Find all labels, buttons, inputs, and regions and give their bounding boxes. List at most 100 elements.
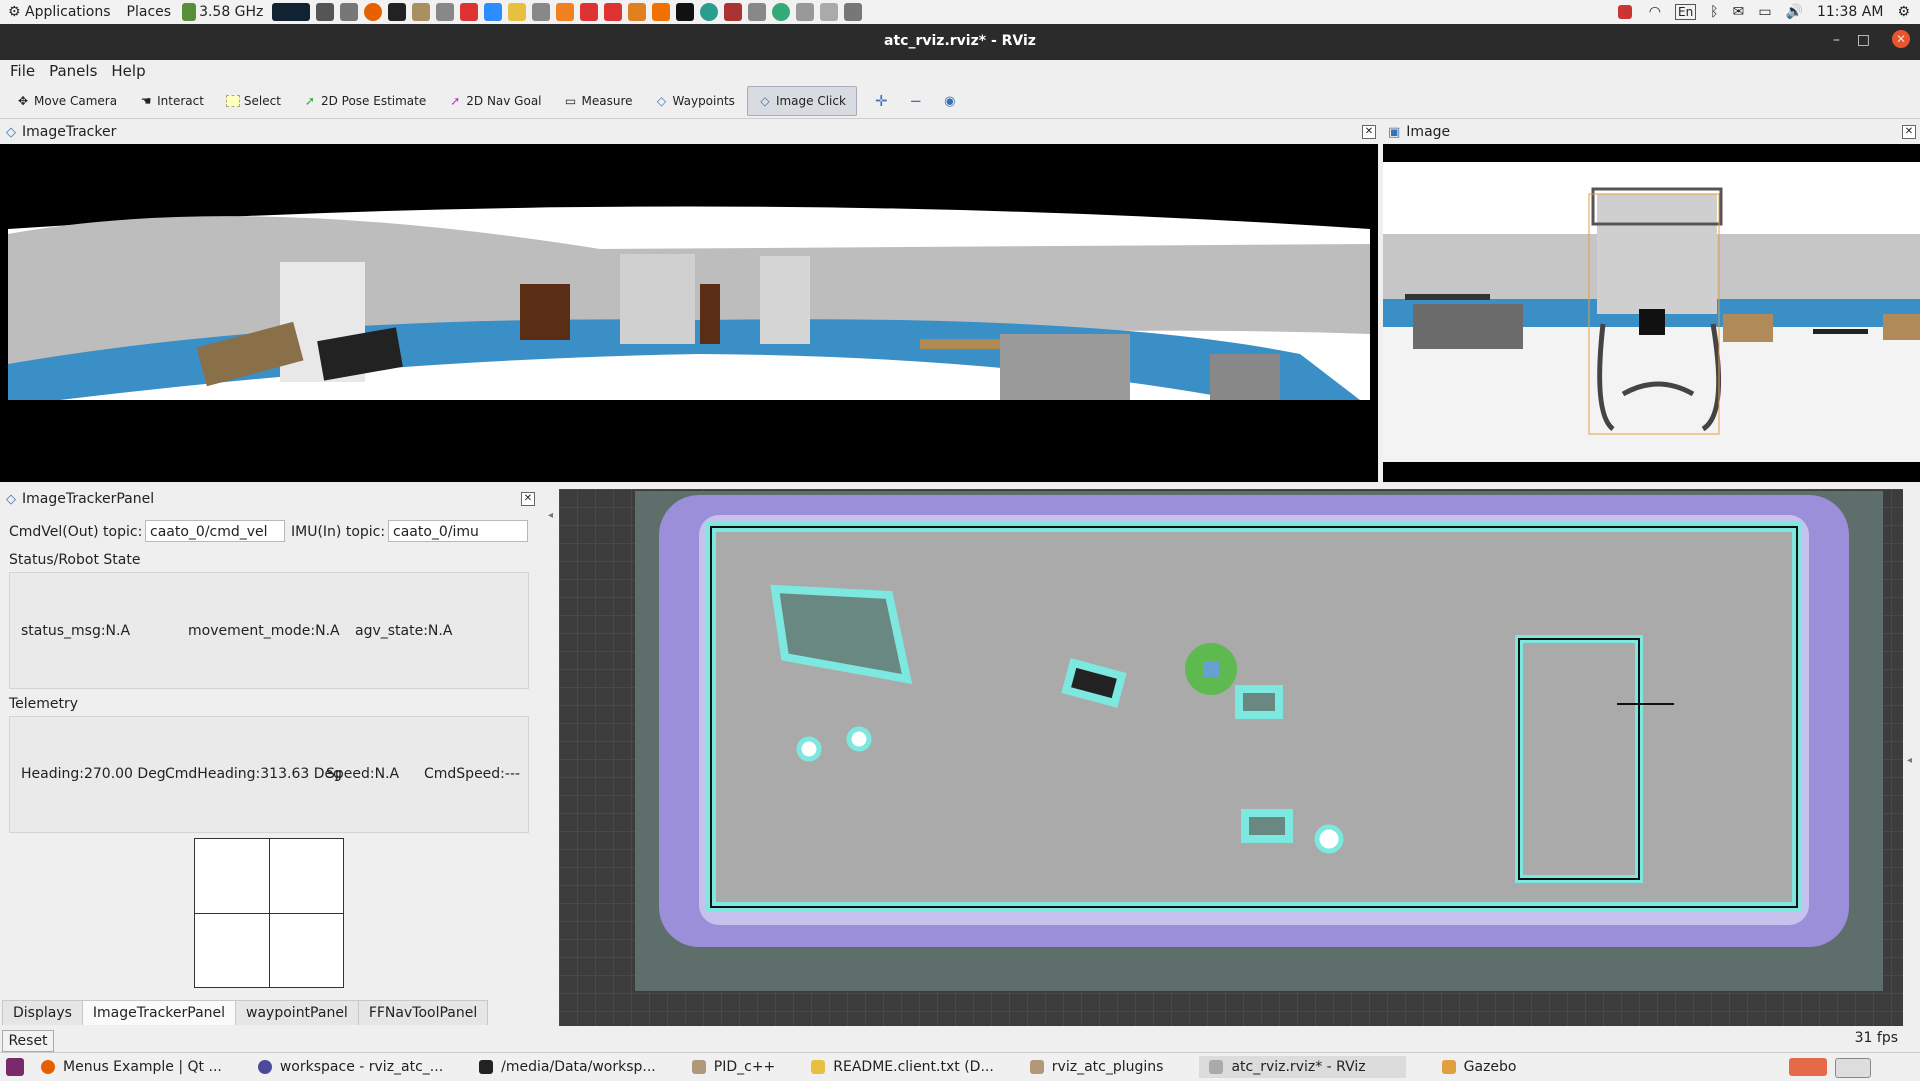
occupancy-map [559, 489, 1903, 1026]
brush-icon[interactable] [844, 3, 863, 21]
places-menu[interactable]: Places [127, 4, 172, 20]
close-icon[interactable]: ✕ [1892, 30, 1910, 48]
task-terminal[interactable]: /media/Data/worksp... [479, 1059, 656, 1075]
volume-icon[interactable]: 🔊 [1786, 4, 1803, 20]
terminal-icon[interactable] [388, 3, 407, 21]
menu-help[interactable]: Help [111, 62, 145, 80]
orange-app-icon[interactable] [556, 3, 575, 21]
tab-ffnav-tool-panel[interactable]: FFNavToolPanel [357, 1000, 489, 1025]
telemetry-title: Telemetry [9, 696, 79, 712]
bottom-tab-bar: Displays ImageTrackerPanel waypointPanel… [2, 1000, 489, 1025]
task-gazebo[interactable]: Gazebo [1441, 1059, 1516, 1075]
task-workspace[interactable]: workspace - rviz_atc_... [257, 1059, 444, 1075]
task-rviz[interactable]: atc_rviz.rviz* - RViz [1199, 1056, 1406, 1078]
apple-icon[interactable] [796, 3, 815, 21]
reset-button[interactable]: Reset [2, 1030, 54, 1052]
robot2-icon[interactable] [532, 3, 551, 21]
tab-waypoint-panel[interactable]: waypointPanel [235, 1000, 359, 1025]
task-label: workspace - rviz_atc_... [279, 1059, 444, 1075]
vlc-icon[interactable] [652, 3, 671, 21]
task-menus-example[interactable]: Menus Example | Qt ... [41, 1059, 222, 1075]
firefox-icon[interactable] [364, 3, 383, 21]
cmd-speed-value: CmdSpeed:--- [424, 766, 521, 782]
applications-menu[interactable]: ⚙ Applications [8, 4, 111, 20]
folder2-task-icon [1029, 1060, 1044, 1074]
globe-icon[interactable] [772, 3, 791, 21]
pencil-icon[interactable] [508, 3, 527, 21]
tab-displays[interactable]: Displays [2, 1000, 83, 1025]
language-indicator[interactable]: En [1674, 4, 1697, 20]
calculator-icon[interactable] [316, 3, 335, 21]
task-readme[interactable]: README.client.txt (D... [811, 1059, 994, 1075]
map-3d-view[interactable] [559, 489, 1903, 1026]
recorder-icon[interactable] [724, 3, 743, 21]
move-camera-icon: ✥ [17, 94, 29, 108]
wifi-icon[interactable]: ◠ [1649, 4, 1661, 20]
tab-image-tracker-panel[interactable]: ImageTrackerPanel [81, 1000, 237, 1025]
menu-panels[interactable]: Panels [49, 62, 97, 80]
splitter-right-arrow[interactable]: ◂ [1907, 755, 1912, 766]
measure-label: Measure [581, 94, 633, 108]
zoom-icon[interactable] [484, 3, 503, 21]
power-icon[interactable]: ⚙ [1897, 4, 1910, 20]
tool-properties-button[interactable]: ◉ [934, 87, 965, 115]
inkscape-icon[interactable] [676, 3, 695, 21]
clock[interactable]: 11:38 AM [1817, 4, 1883, 20]
image-click-button[interactable]: ◇ Image Click [746, 86, 857, 116]
clock-app-icon[interactable] [700, 3, 719, 21]
git3-icon[interactable] [604, 3, 623, 21]
splitter-left-arrow[interactable]: ◂ [548, 510, 553, 521]
git-icon[interactable] [460, 3, 479, 21]
task-label: README.client.txt (D... [833, 1059, 994, 1075]
add-tool-button[interactable]: ✛ [865, 87, 898, 115]
pose-estimate-button[interactable]: ➚ 2D Pose Estimate [293, 87, 436, 115]
menu-bar: File Panels Help [0, 60, 1920, 82]
measure-button[interactable]: ▭ Measure [554, 87, 643, 115]
waypoint-diamond-icon: ◇ [656, 94, 667, 108]
tools-icon[interactable] [340, 3, 359, 21]
image-tracker-header: ◇ ImageTracker ✕ [0, 121, 1380, 143]
image-tracker-view[interactable] [0, 144, 1378, 482]
close-tracker-panel-icon[interactable]: ✕ [521, 492, 535, 506]
close-image-tracker-icon[interactable]: ✕ [1362, 125, 1376, 139]
remove-tool-button[interactable]: − [900, 87, 933, 115]
robot3-icon[interactable] [748, 3, 767, 21]
eye-icon: ◉ [944, 93, 956, 109]
nav-goal-button[interactable]: ➚ 2D Nav Goal [438, 87, 551, 115]
move-camera-button[interactable]: ✥ Move Camera [6, 87, 127, 115]
pose-estimate-label: 2D Pose Estimate [320, 94, 427, 108]
record-tray-icon[interactable] [1617, 5, 1632, 19]
robot-icon[interactable] [436, 3, 455, 21]
task-rviz-plugins[interactable]: rviz_atc_plugins [1029, 1059, 1163, 1075]
imu-input[interactable]: caato_0/imu [388, 520, 528, 542]
move-camera-label: Move Camera [34, 94, 118, 108]
editor-task-icon [811, 1060, 826, 1074]
waypoints-button[interactable]: ◇ Waypoints [645, 87, 745, 115]
cmd-heading-value: CmdHeading:313.63 Deg [165, 766, 342, 782]
task-pid[interactable]: PID_c++ [691, 1059, 776, 1075]
mail-icon[interactable]: ✉ [1733, 4, 1745, 20]
workspace-rviz-thumb-icon[interactable] [1789, 1058, 1827, 1076]
minimize-icon[interactable]: – [1833, 32, 1840, 48]
eclipse-task-icon [257, 1060, 272, 1074]
files-icon[interactable] [412, 3, 431, 21]
interact-button[interactable]: ☚ Interact [129, 87, 214, 115]
maximize-icon[interactable]: □ [1857, 32, 1870, 48]
blender-icon[interactable] [628, 3, 647, 21]
bluetooth-icon[interactable]: ᛒ [1710, 4, 1718, 20]
select-button[interactable]: Select [216, 87, 291, 115]
close-image-panel-icon[interactable]: ✕ [1902, 125, 1916, 139]
git2-icon[interactable] [580, 3, 599, 21]
show-desktop-icon[interactable] [6, 1058, 24, 1076]
gazebo-task-icon [1441, 1060, 1456, 1074]
joystick-pad[interactable] [194, 838, 344, 988]
battery-icon[interactable]: ▭ [1758, 4, 1771, 20]
workspace-2-thumb-icon[interactable] [1835, 1058, 1871, 1078]
status-title: Status/Robot State [9, 552, 141, 568]
image-view[interactable] [1383, 144, 1920, 482]
cmdvel-input[interactable]: caato_0/cmd_vel [145, 520, 285, 542]
task-label: PID_c++ [713, 1059, 776, 1075]
menu-file[interactable]: File [10, 62, 35, 80]
camera-icon[interactable] [820, 3, 839, 21]
panoramic-camera-image [0, 144, 1378, 482]
